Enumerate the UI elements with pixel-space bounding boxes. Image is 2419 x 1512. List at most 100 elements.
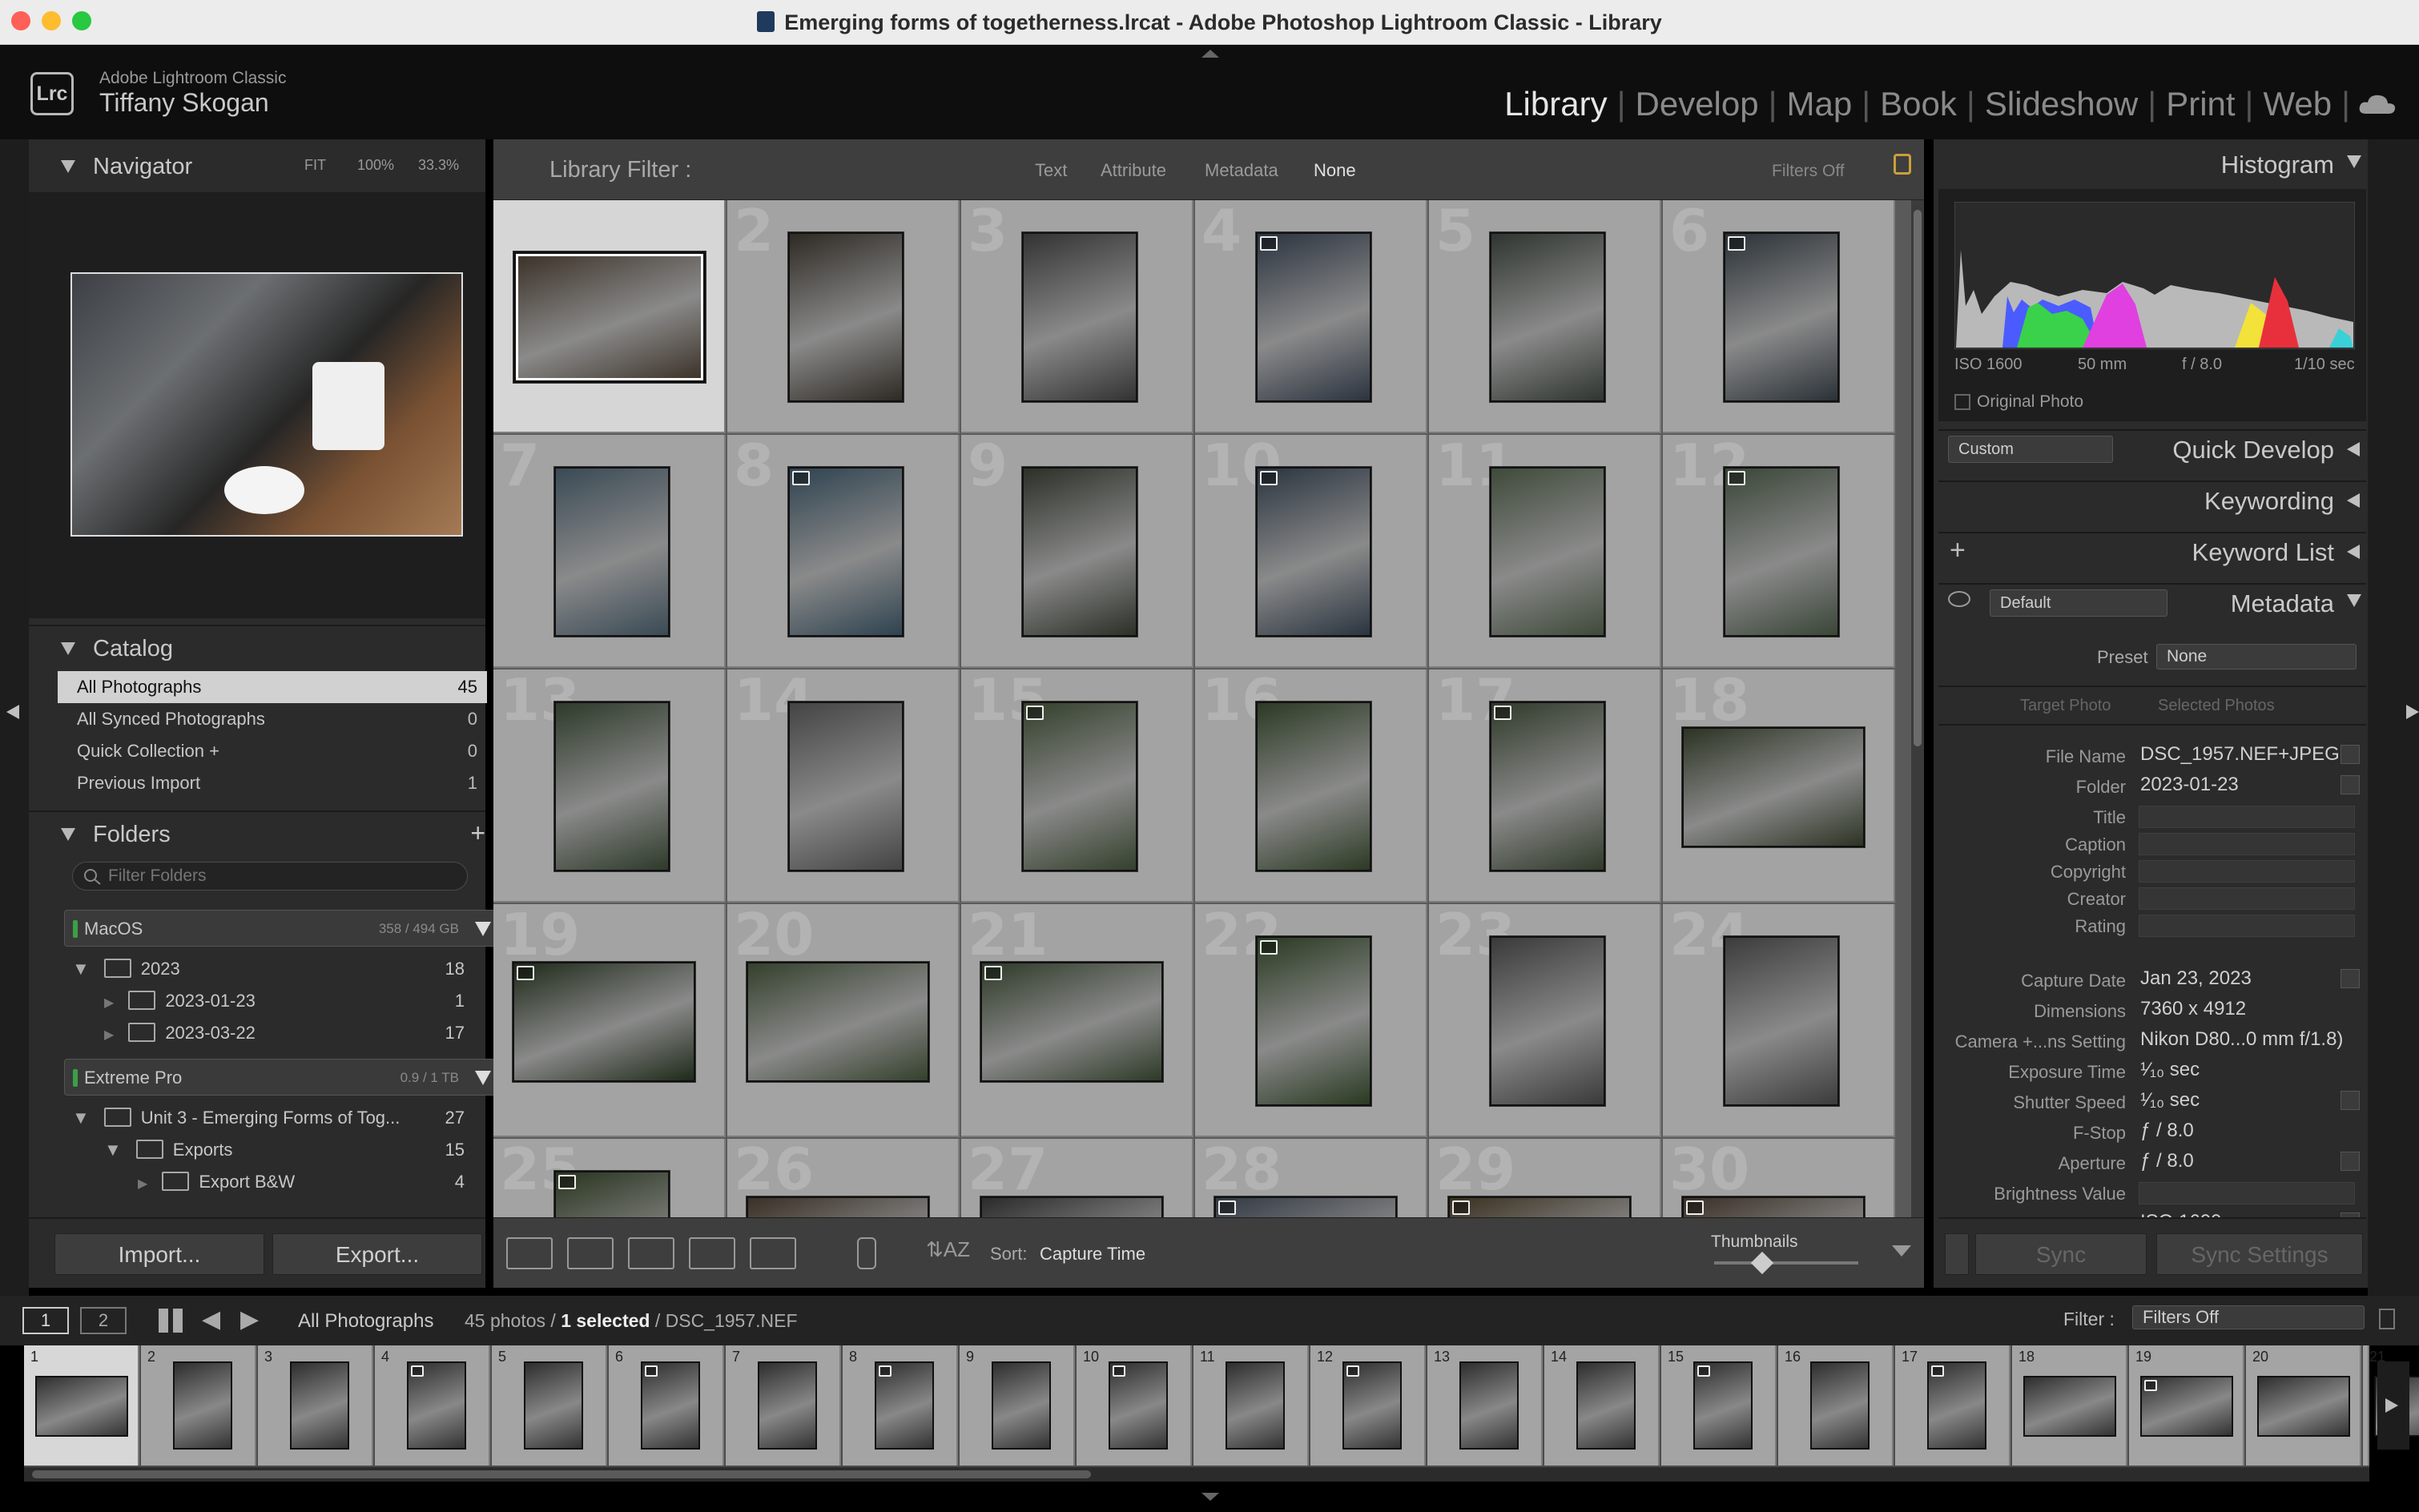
filmstrip-thumbnail[interactable] [1459,1361,1519,1450]
grid-cell[interactable]: 22 [1195,904,1427,1137]
grid-cell[interactable]: 29 [1429,1139,1661,1217]
grid-thumbnail[interactable] [1256,467,1371,637]
grid-thumbnail[interactable] [554,1171,670,1217]
metadata-field-input[interactable] [2139,887,2355,910]
folder-2023-01-23[interactable]: ▶ 2023-01-23 1 [104,985,465,1017]
folder-export-bw[interactable]: ▶ Export B&W 4 [138,1166,465,1198]
grid-cell[interactable]: 18 [1663,670,1895,903]
second-screen-button[interactable]: 2 [80,1307,127,1334]
metadata-field-value[interactable]: ¹⁄₁₀ sec [2140,1059,2200,1081]
add-keyword-button[interactable]: + [1950,535,1966,566]
navigator-collapse-icon[interactable] [61,160,75,173]
filmstrip-cell[interactable]: 17 [1895,1345,2010,1466]
painter-icon[interactable] [857,1237,876,1269]
metadata-field-value[interactable]: ƒ / 8.0 [2140,1120,2194,1142]
grid-cell[interactable]: 4 [1195,200,1427,433]
main-screen-button[interactable]: 1 [22,1307,69,1334]
disclosure-closed-icon[interactable]: ▶ [138,1177,147,1191]
filmstrip-cell[interactable]: 7 [726,1345,841,1466]
filmstrip-thumbnail[interactable] [1342,1361,1402,1450]
filmstrip-thumbnail[interactable] [2023,1376,2116,1437]
disclosure-open-icon[interactable]: ▼ [72,1108,90,1128]
grid-cell[interactable]: 26 [727,1139,960,1217]
metadata-field-value[interactable]: 2023-01-23 [2140,774,2239,796]
grid-cell[interactable]: 8 [727,435,960,668]
filmstrip-filter-select[interactable]: Filters Off [2132,1305,2365,1329]
metadata-field-value[interactable]: DSC_1957.NEF+JPEG [2140,743,2340,766]
volume-extreme-pro[interactable]: Extreme Pro 0.9 / 1 TB [64,1059,505,1096]
folder-exports[interactable]: ▼ Exports 15 [104,1134,465,1166]
metadata-field-input[interactable] [2139,806,2355,828]
grid-cell[interactable]: 10 [1195,435,1427,668]
thumbnail-size-slider-handle[interactable] [1750,1251,1774,1275]
filmstrip-thumbnail[interactable] [1810,1361,1870,1450]
filmstrip-cell[interactable]: 2 [141,1345,256,1466]
metadata-field-value[interactable]: ¹⁄₁₀ sec [2140,1089,2200,1112]
metadata-action-button[interactable] [2341,969,2360,988]
filmstrip-cell[interactable]: 9 [960,1345,1075,1466]
grid-cell[interactable]: 23 [1429,904,1661,1137]
collapse-right-panel-arrow-icon[interactable] [2406,705,2419,719]
grid-cell[interactable]: 13 [493,670,726,903]
collapse-filmstrip-arrow-icon[interactable] [1201,1493,1219,1501]
grid-thumbnail[interactable] [1724,936,1839,1106]
module-print[interactable]: Print [2156,85,2244,123]
grid-cell[interactable]: 28 [1195,1139,1427,1217]
grid-thumbnail[interactable] [1490,702,1605,871]
disclosure-closed-icon[interactable]: ▶ [104,996,114,1010]
filmstrip-cell[interactable]: 3 [258,1345,373,1466]
original-photo-checkbox[interactable] [1954,394,1970,410]
grid-thumbnail[interactable] [1256,702,1371,871]
cloud-sync-icon[interactable] [2358,93,2397,115]
import-button[interactable]: Import... [54,1233,264,1275]
sync-button[interactable]: Sync [1975,1233,2147,1275]
grid-thumbnail[interactable] [1682,727,1865,847]
grid-cell[interactable]: 19 [493,904,726,1137]
filmstrip-next-arrow-icon[interactable] [2385,1398,2398,1413]
filter-tab-attribute[interactable]: Attribute [1101,160,1166,181]
grid-thumbnail[interactable] [788,232,904,402]
metadata-collapse-icon[interactable] [2347,594,2361,607]
grid-cell[interactable]: 3 [961,200,1193,433]
grid-cell[interactable]: 20 [727,904,960,1137]
filmstrip-thumbnail[interactable] [1109,1361,1168,1450]
grid-thumbnail[interactable] [1448,1196,1631,1217]
survey-view-icon[interactable] [689,1237,735,1269]
sort-direction-icon[interactable]: ⇅AZ [926,1237,971,1269]
grid-scrollbar-thumb[interactable] [1914,210,1922,746]
metadata-field-input[interactable] [2139,833,2355,855]
folders-header[interactable]: Folders + [29,810,485,855]
source-label[interactable]: All Photographs [298,1310,433,1333]
folder-2023-03-22[interactable]: ▶ 2023-03-22 17 [104,1017,465,1049]
grid-cell[interactable]: 21 [961,904,1193,1137]
grid-thumbnail[interactable] [1256,936,1371,1106]
metadata-field-input[interactable] [2139,860,2355,883]
zoom-33[interactable]: 33.3% [418,157,459,174]
selected-photos-tab[interactable]: Selected Photos [2158,697,2275,715]
volume-expand-icon[interactable] [475,1071,491,1085]
selection-status[interactable]: 45 photos / 1 selected / DSC_1957.NEF [465,1310,798,1332]
grid-thumbnail[interactable] [1490,936,1605,1106]
filmstrip-thumbnail[interactable] [1927,1361,1986,1450]
metadata-action-button[interactable] [2341,775,2360,794]
keywording-expand-icon[interactable] [2347,493,2360,508]
collapse-top-panel-arrow-icon[interactable] [1201,50,1219,58]
navigator-header[interactable]: Navigator FIT 100% 33.3% [29,144,485,189]
metadata-field-input[interactable] [2139,1182,2355,1204]
module-map[interactable]: Map [1777,85,1862,123]
grid-cell[interactable]: 24 [1663,904,1895,1137]
metadata-action-button[interactable] [2341,1091,2360,1110]
back-arrow-icon[interactable]: ◀ [202,1305,220,1333]
grid-thumbnail[interactable] [788,702,904,871]
grid-cell[interactable]: 15 [961,670,1193,903]
grid-thumbnail[interactable] [1022,467,1137,637]
grid-cell[interactable]: 14 [727,670,960,903]
grid-thumbnail[interactable] [554,702,670,871]
grid-thumbnail[interactable] [1256,232,1371,402]
catalog-item-all-photographs[interactable]: All Photographs 45 [58,671,487,703]
catalog-collapse-icon[interactable] [61,642,75,655]
catalog-header[interactable]: Catalog [29,625,485,670]
grid-cell[interactable]: 11 [1429,435,1661,668]
keyword-list-expand-icon[interactable] [2347,545,2360,559]
filmstrip-thumbnail[interactable] [875,1361,934,1450]
